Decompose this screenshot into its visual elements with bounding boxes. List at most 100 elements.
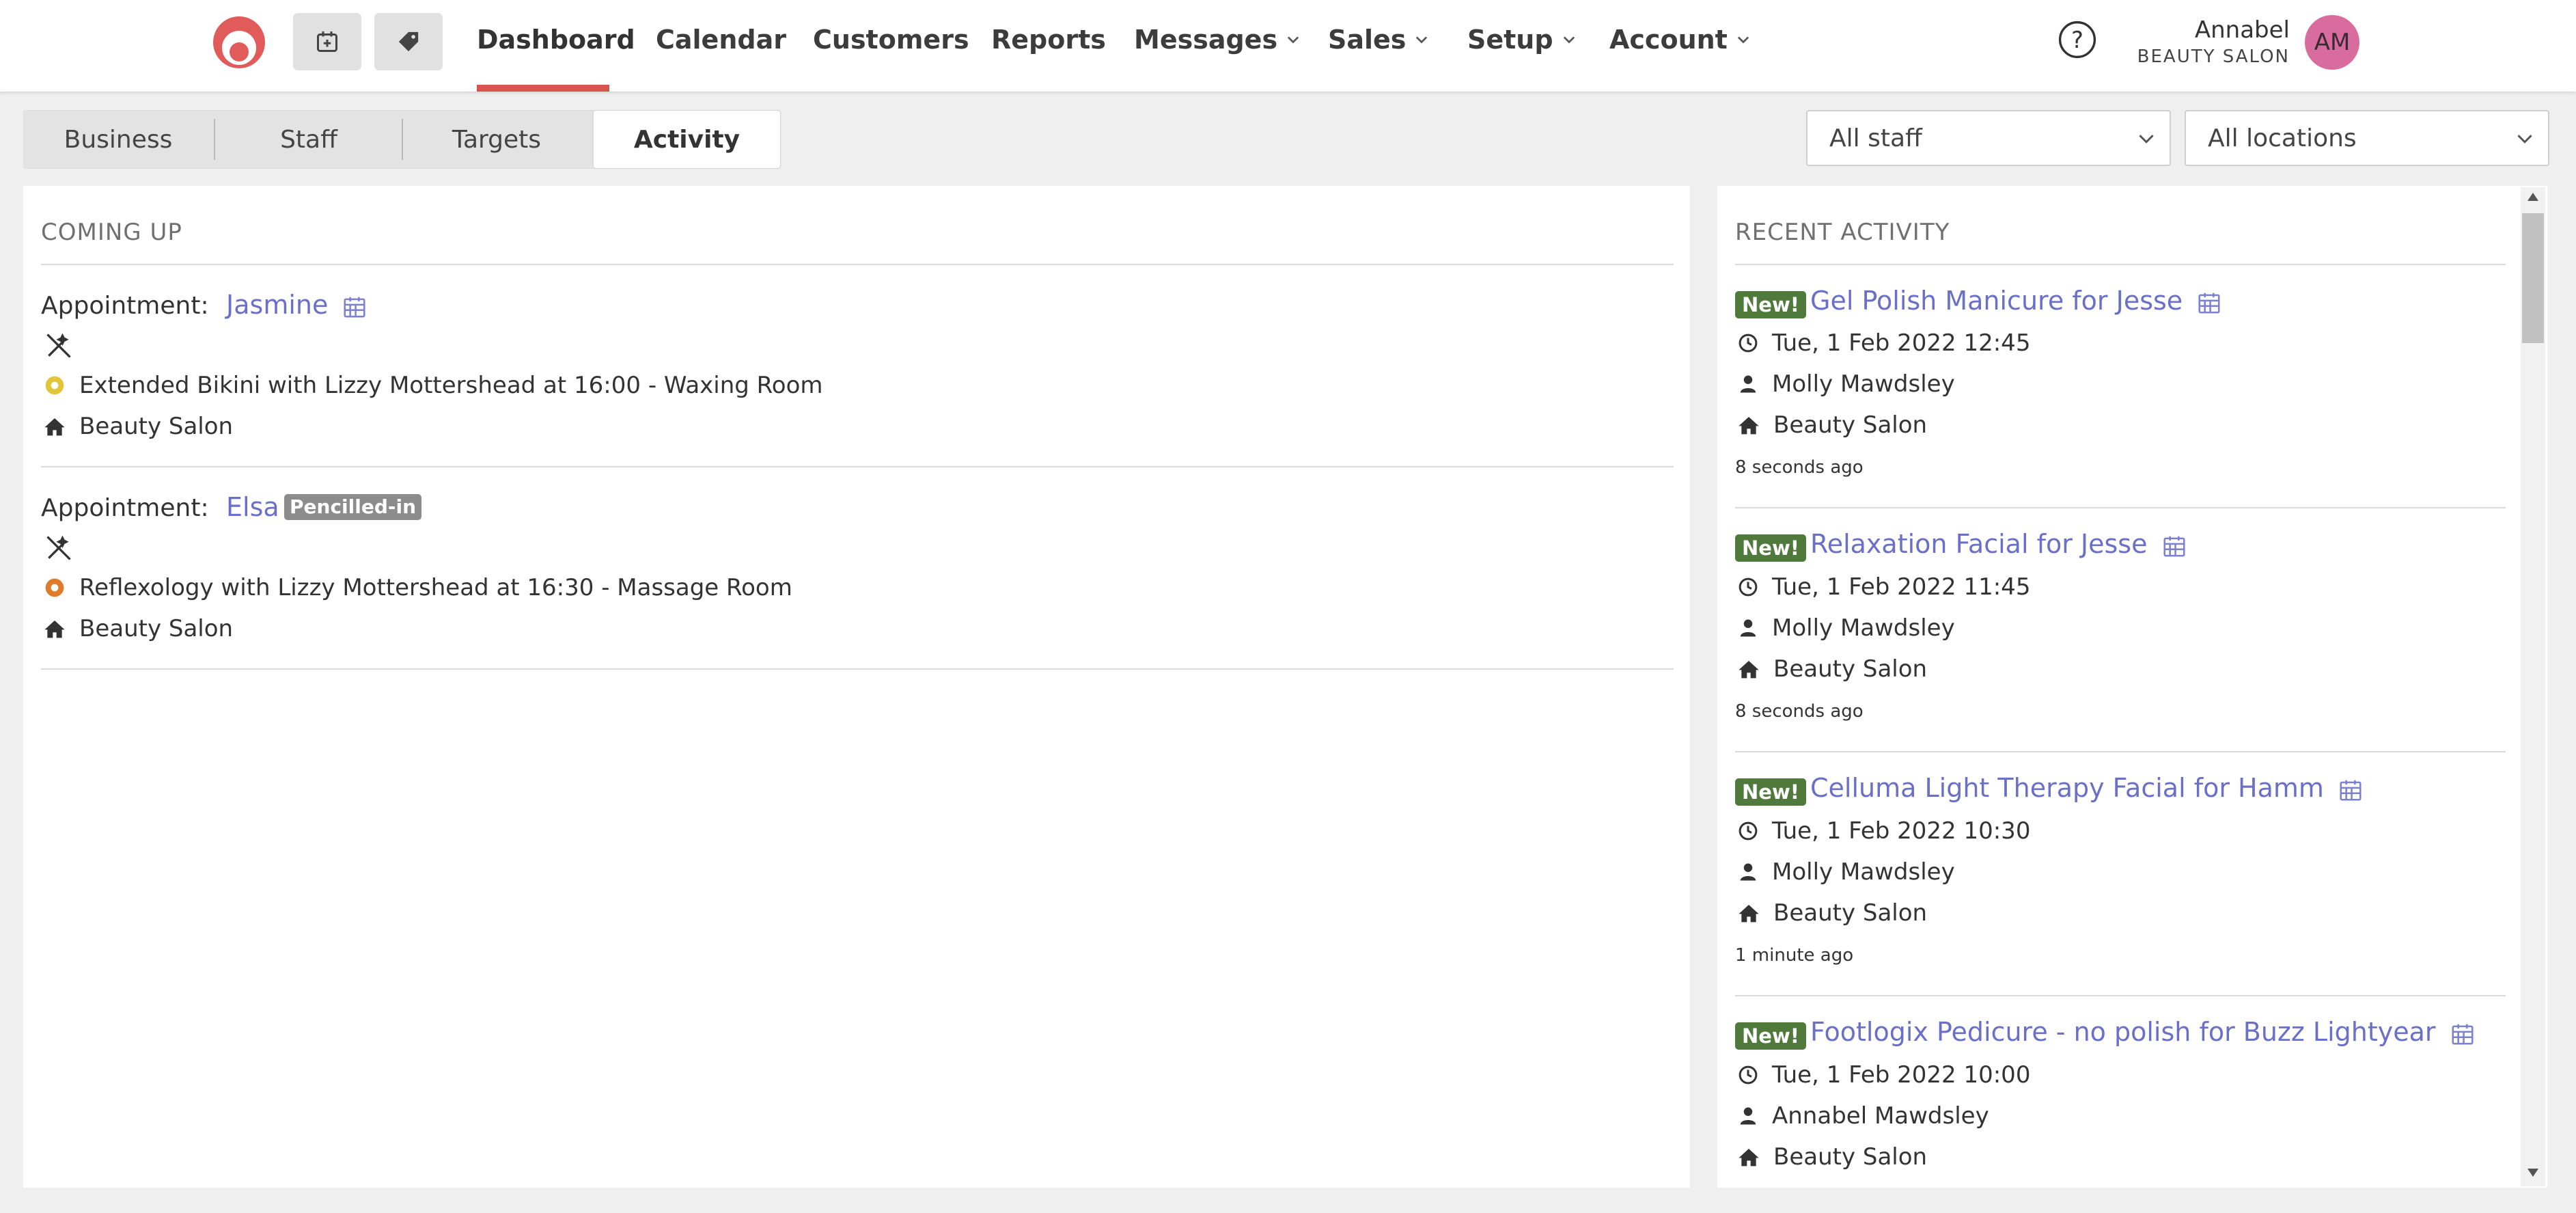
service-status-icon bbox=[45, 578, 64, 597]
activity-location: Beauty Salon bbox=[1738, 899, 1927, 927]
activity-ago: 8 seconds ago bbox=[1735, 457, 1864, 478]
activity-ago: 1 minute ago bbox=[1735, 945, 1854, 966]
home-icon bbox=[1739, 417, 1759, 435]
help-icon[interactable]: ? bbox=[2058, 20, 2097, 59]
location-text: Beauty Salon bbox=[79, 615, 234, 642]
top-navbar: Dashboard Calendar Customers Reports Mes… bbox=[0, 0, 2576, 92]
clock-icon bbox=[1739, 333, 1758, 353]
calendar-icon[interactable] bbox=[2161, 533, 2187, 559]
scroll-up-arrow-icon[interactable] bbox=[2526, 191, 2540, 202]
service-text: Reflexology with Lizzy Mottershead at 16… bbox=[79, 574, 792, 601]
coming-up-panel: COMING UP Appointment: Jasmine Extended … bbox=[23, 186, 1690, 1188]
appointment-location: Beauty Salon bbox=[44, 413, 233, 440]
divider bbox=[1735, 995, 2506, 996]
pencilled-in-badge: Pencilled-in bbox=[284, 494, 422, 520]
clock-icon bbox=[1739, 1065, 1758, 1085]
activity-title: Gel Polish Manicure for Jesse bbox=[1810, 286, 2183, 316]
activity-title: Celluma Light Therapy Facial for Hamm bbox=[1810, 773, 2324, 803]
active-nav-indicator bbox=[477, 85, 609, 92]
chevron-down-icon bbox=[1287, 36, 1299, 44]
activity-datetime: Tue, 1 Feb 2022 11:45 bbox=[1738, 573, 2030, 601]
appointment-location: Beauty Salon bbox=[44, 615, 233, 642]
nav-messages-label: Messages bbox=[1134, 25, 1278, 55]
calendar-icon[interactable] bbox=[342, 294, 368, 320]
nav-setup[interactable]: Setup bbox=[1467, 25, 1575, 55]
new-appointment-button[interactable] bbox=[293, 13, 361, 70]
home-icon bbox=[1739, 661, 1759, 679]
activity-staff: Annabel Mawdsley bbox=[1738, 1102, 1989, 1130]
appointment-label: Appointment: bbox=[41, 494, 209, 522]
divider bbox=[1735, 751, 2506, 752]
activity-link[interactable]: Relaxation Facial for Jesse bbox=[1810, 529, 2187, 559]
chevron-down-icon bbox=[1737, 36, 1749, 44]
user-icon bbox=[1740, 863, 1756, 881]
home-icon bbox=[44, 621, 65, 638]
nav-reports[interactable]: Reports bbox=[991, 25, 1106, 55]
activity-location: Beauty Salon bbox=[1738, 1143, 1927, 1171]
tag-icon bbox=[398, 31, 419, 52]
appointment-label: Appointment: bbox=[41, 292, 209, 320]
nav-sales[interactable]: Sales bbox=[1328, 25, 1428, 55]
appointment-service: Reflexology with Lizzy Mottershead at 16… bbox=[44, 574, 792, 601]
staff-text: Annabel Mawdsley bbox=[1772, 1102, 1989, 1130]
tab-business[interactable]: Business bbox=[24, 111, 212, 168]
activity-location: Beauty Salon bbox=[1738, 411, 1927, 439]
staff-text: Molly Mawdsley bbox=[1772, 614, 1955, 642]
new-badge: New! bbox=[1735, 778, 1806, 806]
no-wand-icon bbox=[46, 535, 71, 560]
activity-staff: Molly Mawdsley bbox=[1738, 370, 1955, 398]
activity-staff: Molly Mawdsley bbox=[1738, 858, 1955, 886]
divider bbox=[1735, 264, 2506, 265]
activity-link[interactable]: Gel Polish Manicure for Jesse bbox=[1810, 286, 2222, 316]
divider bbox=[41, 466, 1674, 467]
tab-activity[interactable]: Activity bbox=[594, 111, 780, 168]
appointment-customer-link[interactable]: Elsa bbox=[226, 492, 279, 522]
divider bbox=[41, 668, 1674, 670]
avatar[interactable]: AM bbox=[2305, 15, 2359, 70]
chevron-down-icon bbox=[1563, 36, 1575, 44]
datetime-text: Tue, 1 Feb 2022 10:00 bbox=[1772, 1061, 2031, 1089]
home-icon bbox=[1739, 1149, 1759, 1167]
user-icon bbox=[1740, 619, 1756, 637]
recent-activity-panel: RECENT ACTIVITY New! Gel Polish Manicure… bbox=[1717, 186, 2547, 1188]
location-filter-select[interactable]: All locations bbox=[2185, 110, 2549, 166]
new-badge: New! bbox=[1735, 534, 1806, 562]
calendar-icon[interactable] bbox=[2338, 777, 2364, 803]
nav-dashboard[interactable]: Dashboard bbox=[477, 25, 635, 55]
activity-link[interactable]: Footlogix Pedicure - no polish for Buzz … bbox=[1810, 1017, 2476, 1047]
appointment-row: Appointment: Jasmine bbox=[41, 290, 368, 320]
sale-tag-button[interactable] bbox=[374, 13, 443, 70]
user-name[interactable]: Annabel bbox=[2195, 16, 2290, 44]
tab-staff[interactable]: Staff bbox=[215, 111, 402, 168]
nav-customers[interactable]: Customers bbox=[813, 25, 969, 55]
activity-link[interactable]: Celluma Light Therapy Facial for Hamm bbox=[1810, 773, 2364, 803]
calendar-icon[interactable] bbox=[2196, 290, 2222, 316]
chevron-down-icon bbox=[2517, 135, 2532, 144]
dashboard-tabs: Business Staff Targets Activity bbox=[23, 110, 781, 169]
datetime-text: Tue, 1 Feb 2022 10:30 bbox=[1772, 817, 2031, 845]
activity-staff: Molly Mawdsley bbox=[1738, 614, 1955, 642]
appointment-customer-link[interactable]: Jasmine bbox=[226, 290, 328, 320]
activity-datetime: Tue, 1 Feb 2022 12:45 bbox=[1738, 329, 2030, 357]
no-wand-icon bbox=[46, 333, 71, 358]
staff-filter-select[interactable]: All staff bbox=[1806, 110, 2171, 166]
datetime-text: Tue, 1 Feb 2022 12:45 bbox=[1772, 329, 2031, 357]
location-text: Beauty Salon bbox=[1773, 411, 1928, 439]
nav-account-label: Account bbox=[1609, 25, 1728, 55]
nav-account[interactable]: Account bbox=[1609, 25, 1749, 55]
staff-text: Molly Mawdsley bbox=[1772, 858, 1955, 886]
user-icon bbox=[1740, 375, 1756, 393]
activity-scrollbar-thumb[interactable] bbox=[2522, 213, 2544, 343]
chevron-down-icon bbox=[2139, 135, 2154, 144]
home-icon bbox=[44, 418, 65, 436]
scroll-down-arrow-icon[interactable] bbox=[2526, 1167, 2540, 1178]
divider bbox=[1735, 507, 2506, 508]
calendar-icon[interactable] bbox=[2450, 1021, 2476, 1047]
location-text: Beauty Salon bbox=[79, 413, 234, 440]
brand-logo[interactable] bbox=[212, 15, 266, 70]
staff-filter-value: All staff bbox=[1829, 124, 1922, 152]
tab-targets[interactable]: Targets bbox=[403, 111, 590, 168]
nav-calendar[interactable]: Calendar bbox=[656, 25, 786, 55]
nav-messages[interactable]: Messages bbox=[1134, 25, 1299, 55]
chevron-down-icon bbox=[1416, 36, 1428, 44]
